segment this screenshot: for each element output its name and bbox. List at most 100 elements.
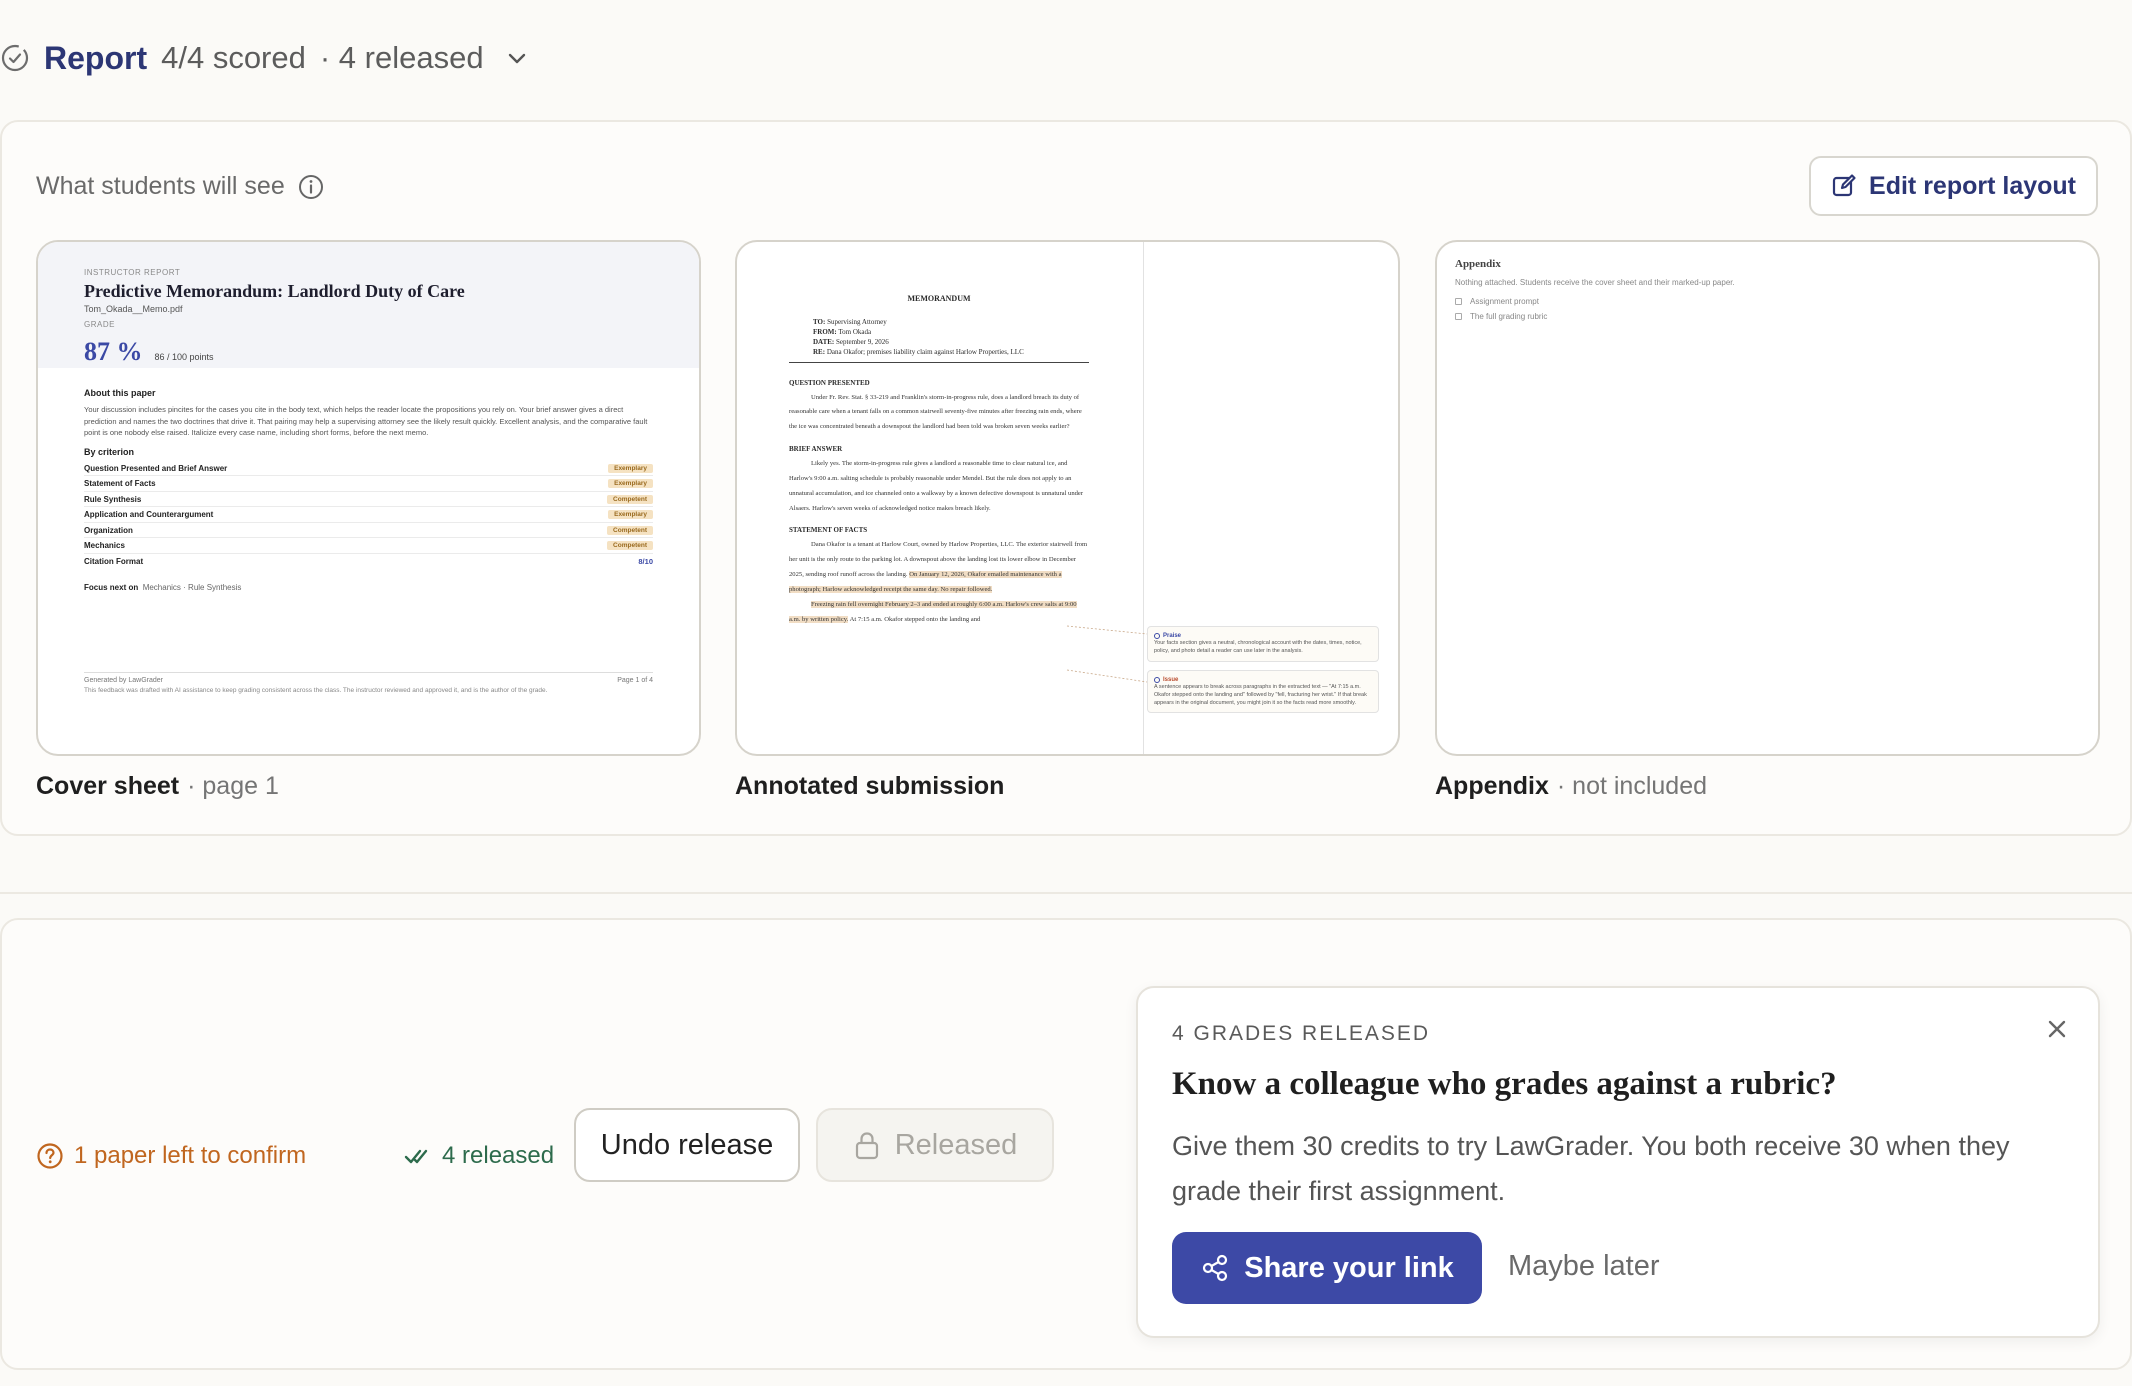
criterion-level: Competent <box>607 541 653 551</box>
criterion-name: Organization <box>84 525 133 535</box>
scored-count: 4/4 scored <box>161 40 306 75</box>
issue-marker-icon <box>1154 677 1160 684</box>
criterion-name: Rule Synthesis <box>84 494 142 504</box>
annotation-issue[interactable]: Issue A sentence appears to break across… <box>1147 670 1379 714</box>
criterion-level: Competent <box>607 494 653 504</box>
maybe-later-link[interactable]: Maybe later <box>1508 1250 1660 1283</box>
checkbox-icon <box>1455 298 1462 305</box>
criterion-name: Application and Counterargument <box>84 510 214 520</box>
criterion-row: Mechanics Competent <box>84 538 653 554</box>
checkbox-icon <box>1455 313 1462 320</box>
praise-marker-icon <box>1154 633 1160 640</box>
criterion-name: Statement of Facts <box>84 479 156 489</box>
caption-name: Annotated submission <box>735 772 1005 800</box>
criterion-level: Competent <box>607 525 653 535</box>
cover-file: Tom_Okada__Memo.pdf <box>84 304 183 314</box>
focus-next: Focus next on Mechanics · Rule Synthesis <box>84 583 653 592</box>
caption-meta: · page 1 <box>187 772 279 800</box>
appendix-thumbnail[interactable]: Appendix Nothing attached. Students rece… <box>1435 240 2100 756</box>
appendix-option: Assignment prompt <box>1455 297 2080 306</box>
criterion-row: Statement of Facts Exemplary <box>84 476 653 492</box>
close-icon[interactable] <box>2042 1014 2072 1044</box>
chevron-down-icon[interactable] <box>504 45 530 71</box>
preview-label-text: What students will see <box>36 172 285 200</box>
annotated-submission-thumbnail[interactable]: MEMORANDUM TO: Supervising Attorney FROM… <box>735 240 1400 756</box>
report-preview-panel: What students will see Edit report layou… <box>0 120 2132 836</box>
criterion-level: Exemplary <box>608 463 653 473</box>
released-count: · 4 released <box>319 40 484 75</box>
report-title: Report <box>44 39 148 76</box>
section-divider <box>0 892 2132 894</box>
released-status-text: 4 released <box>442 1142 555 1169</box>
about-heading: About this paper <box>84 388 156 398</box>
promo-body: Give them 30 credits to try LawGrader. Y… <box>1172 1131 2010 1207</box>
note-text: A sentence appears to break across parag… <box>1154 684 1367 706</box>
caption-appendix: Appendix · not included <box>1435 772 1707 801</box>
caption-cover-sheet: Cover sheet · page 1 <box>36 772 279 801</box>
grade-label: GRADE <box>84 320 115 329</box>
referral-promo-card: 4 GRADES RELEASED Know a colleague who g… <box>1136 986 2100 1338</box>
info-icon[interactable] <box>297 173 325 201</box>
note-tag: Praise <box>1163 633 1182 639</box>
footer-note: This feedback was drafted with AI assist… <box>84 687 548 694</box>
appendix-options: Assignment prompt The full grading rubri… <box>1455 297 2080 321</box>
papers-left-status[interactable]: 1 paper left to confirm <box>36 1142 306 1170</box>
focus-label: Focus next on <box>84 583 139 593</box>
appendix-content: Appendix Nothing attached. Students rece… <box>1437 242 2098 337</box>
criterion-row: Question Presented and Brief Answer Exemp… <box>84 461 653 477</box>
caption-meta: · not included <box>1556 772 1708 800</box>
criterion-name: Mechanics <box>84 541 125 551</box>
appendix-note: Nothing attached. Students receive the c… <box>1455 278 1735 287</box>
criterion-row: Organization Competent <box>84 523 653 539</box>
edit-report-layout-button[interactable]: Edit report layout <box>1809 156 2098 216</box>
criterion-row: Application and Counterargument Exemplary <box>84 507 653 523</box>
appendix-option-label: Assignment prompt <box>1470 297 1539 306</box>
criterion-score: 8/10 <box>638 557 653 567</box>
criterion-name: Citation Format <box>84 557 144 567</box>
grade-row: 87 % 86 / 100 points <box>84 337 653 367</box>
caption-name: Appendix <box>1435 772 1549 800</box>
criterion-level: Exemplary <box>608 510 653 520</box>
edit-button-label: Edit report layout <box>1869 171 2076 200</box>
released-status: 4 released <box>404 1142 554 1170</box>
focus-items: Mechanics · Rule Synthesis <box>142 583 242 593</box>
cover-footer: Generated by LawGrader Page 1 of 4 This … <box>84 672 653 694</box>
undo-release-button[interactable]: Undo release <box>574 1108 800 1182</box>
released-button[interactable]: Released <box>816 1108 1054 1182</box>
promo-kicker: 4 GRADES RELEASED <box>1172 1022 1431 1045</box>
note-tag: Issue <box>1163 677 1179 683</box>
grade-points: 86 / 100 points <box>154 352 214 362</box>
criterion-row: Rule Synthesis Competent <box>84 492 653 508</box>
promo-title: Know a colleague who grades against a ru… <box>1172 1066 1837 1102</box>
note-text: Your facts section gives a neutral, chro… <box>1154 640 1362 655</box>
cover-body: About this paper Your discussion include… <box>38 368 699 608</box>
criteria-list: Question Presented and Brief Answer Exemp… <box>84 461 653 570</box>
criterion-row: Citation Format 8/10 <box>84 554 653 570</box>
caption-name: Cover sheet <box>36 772 180 800</box>
share-icon <box>1203 1254 1228 1282</box>
about-text: Your discussion includes pincites for th… <box>84 405 648 438</box>
question-circle-icon <box>37 1143 63 1169</box>
preview-label: What students will see <box>36 172 325 201</box>
cover-title: Predictive Memorandum: Landlord Duty of … <box>84 281 465 301</box>
criterion-heading: By criterion <box>84 446 135 457</box>
caption-annotated: Annotated submission <box>735 772 1004 801</box>
check-circle-icon <box>1 44 29 72</box>
release-panel: 1 paper left to confirm 4 released Undo … <box>0 918 2132 1370</box>
cover-sheet-thumbnail[interactable]: INSTRUCTOR REPORT Predictive Memorandum:… <box>36 240 701 756</box>
footer-page: Page 1 of 4 <box>617 677 653 684</box>
cover-header: INSTRUCTOR REPORT Predictive Memorandum:… <box>38 242 699 368</box>
lock-icon <box>855 1132 878 1160</box>
share-link-button[interactable]: Share your link <box>1172 1232 1482 1304</box>
criterion-name: Question Presented and Brief Answer <box>84 463 228 473</box>
grade-value: 87 % <box>84 337 143 366</box>
edit-icon <box>1832 174 1856 197</box>
footer-generated: Generated by LawGrader <box>84 677 163 684</box>
appendix-option: The full grading rubric <box>1455 312 2080 321</box>
report-header[interactable]: Report 4/4 scored · 4 released <box>0 36 530 80</box>
released-button-label: Released <box>894 1128 1018 1161</box>
criterion-level: Exemplary <box>608 479 653 489</box>
appendix-title: Appendix <box>1455 258 1501 270</box>
papers-left-text: 1 paper left to confirm <box>74 1142 307 1169</box>
annotation-praise[interactable]: Praise Your facts section gives a neutra… <box>1147 626 1379 662</box>
